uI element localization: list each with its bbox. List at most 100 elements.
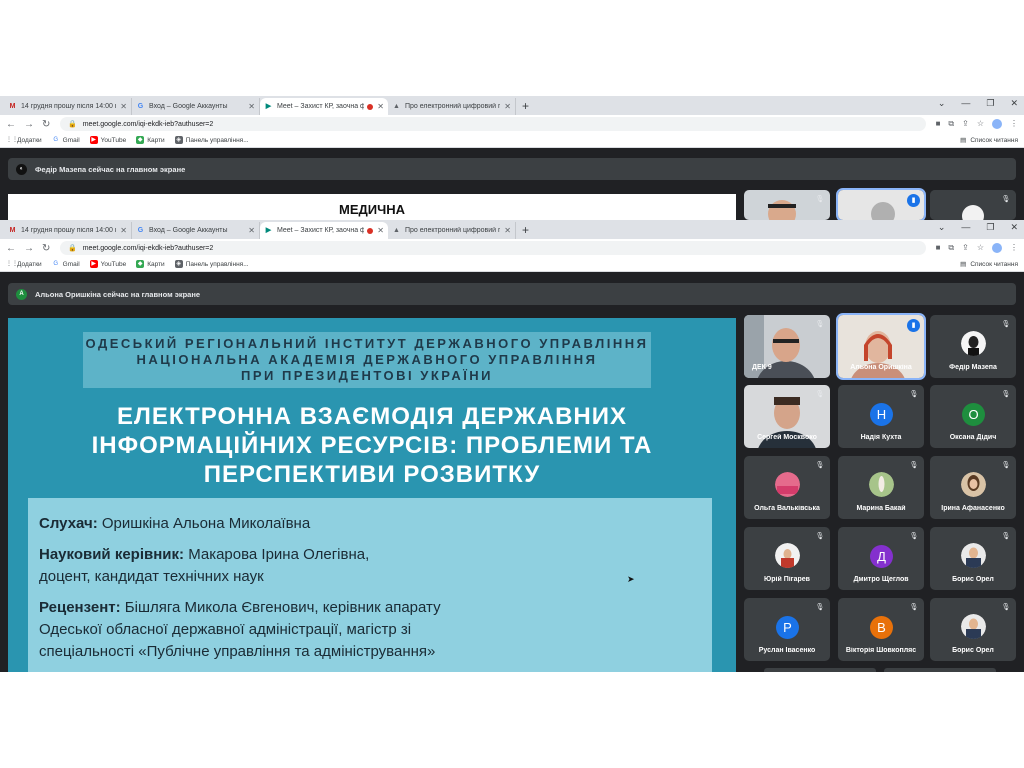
participant-tile[interactable]: ▮ Альона Оришкіна (836, 313, 926, 380)
share-icon[interactable]: ⇪ (962, 243, 969, 253)
camera-icon[interactable]: ■ (936, 119, 941, 129)
star-icon[interactable]: ☆ (977, 243, 984, 253)
star-icon[interactable]: ☆ (977, 119, 984, 129)
reload-icon[interactable]: ↻ (42, 119, 50, 130)
participant-name: Дмитро Щеглов (853, 576, 909, 583)
url-field[interactable]: 🔒 meet.google.com/iqi-ekdk-ieb?authuser=… (60, 117, 926, 131)
menu-icon[interactable]: ⋮ (1010, 243, 1018, 253)
tab-google-accounts[interactable]: G Вход – Google Аккаунты ✕ (132, 222, 260, 239)
url-field[interactable]: 🔒 meet.google.com/iqi-ekdk-ieb?authuser=… (60, 241, 926, 255)
recording-icon (367, 103, 374, 110)
close-window-icon[interactable]: ✕ (1010, 98, 1018, 109)
bookmark-apps[interactable]: ⋮⋮ Додатки (6, 136, 42, 144)
minimize-icon[interactable]: — (961, 98, 970, 109)
close-icon[interactable]: ✕ (377, 226, 384, 235)
reviewer-name: Бішляга Микола Євгенович, керівник апара… (124, 599, 441, 616)
tab-digital-signature[interactable]: ▲ Про електронний цифровий пі ✕ (388, 222, 516, 239)
tab-gmail[interactable]: M 14 грудня прошу після 14:00 пі ✕ (4, 98, 132, 115)
bookmark-youtube[interactable]: ▶ YouTube (89, 136, 126, 144)
institution-line: ОДЕСЬКИЙ РЕГІОНАЛЬНИЙ ІНСТИТУТ ДЕРЖАВНОГ… (85, 336, 649, 351)
tab-title: Про електронний цифровий пі (405, 227, 501, 234)
reading-list[interactable]: ▤ Список читання (960, 136, 1018, 145)
mic-off-icon: 🎙 (815, 391, 825, 398)
forward-icon[interactable]: → (24, 119, 34, 130)
bookmark-gmail[interactable]: G Gmail (52, 260, 79, 268)
participant-name: Юрій Пігарев (764, 576, 810, 583)
tab-google-accounts[interactable]: G Вход – Google Аккаунты ✕ (132, 98, 260, 115)
close-icon[interactable]: ✕ (248, 226, 255, 235)
mic-off-icon: 🎙 (909, 604, 919, 611)
forward-icon[interactable]: → (24, 243, 34, 254)
participant-tile[interactable]: Н 🎙 Надія Кухта (838, 385, 924, 448)
participant-tile[interactable]: 🎙 Борис Орел (930, 598, 1016, 661)
translate-icon[interactable]: ⧉ (948, 243, 954, 253)
close-icon[interactable]: ✕ (504, 102, 511, 111)
speaking-icon: ▮ (907, 319, 920, 332)
maps-icon: ◆ (136, 260, 145, 268)
participant-tile[interactable]: 🎙 Сергей Москвоко (744, 385, 830, 448)
participant-tile[interactable]: 🎙 Федір Мазепа (930, 315, 1016, 378)
page-favicon-icon: ▲ (393, 103, 400, 110)
participant-tile[interactable]: 🎙 (930, 190, 1016, 220)
new-tab-icon[interactable]: + (522, 98, 529, 115)
restore-icon[interactable]: ❐ (986, 98, 994, 109)
close-icon[interactable]: ✕ (504, 226, 511, 235)
bookmark-maps[interactable]: ◆ Карти (136, 136, 165, 144)
camera-icon[interactable]: ■ (936, 243, 941, 253)
participant-tile[interactable]: В 🎙 Вікторія Шовкопляс (838, 598, 924, 661)
presentation-slide: ОДЕСЬКИЙ РЕГІОНАЛЬНИЙ ІНСТИТУТ ДЕРЖАВНОГ… (8, 318, 736, 672)
reload-icon[interactable]: ↻ (42, 243, 50, 254)
restore-icon[interactable]: ❐ (986, 222, 994, 233)
close-window-icon[interactable]: ✕ (1010, 222, 1018, 233)
tab-title: 14 грудня прошу після 14:00 пі (21, 103, 117, 110)
tab-meet[interactable]: ▶ Meet – Захист КР, заочна ф ✕ (260, 98, 388, 115)
reading-list[interactable]: ▤ Список читання (960, 260, 1018, 269)
tab-digital-signature[interactable]: ▲ Про електронний цифровий пі ✕ (388, 98, 516, 115)
participant-tile[interactable]: 🎙 Марина Бакай (838, 456, 924, 519)
mic-off-icon: 🎙 (815, 462, 825, 469)
maps-icon: ◆ (136, 136, 145, 144)
tab-meet[interactable]: ▶ Meet – Захист КР, заочна ф ✕ (260, 222, 388, 239)
participant-name: ДЕК 9 (752, 364, 772, 371)
window-controls: ⌄ — ❐ ✕ (938, 98, 1018, 109)
profile-avatar-icon[interactable] (992, 243, 1002, 253)
profile-avatar-icon[interactable] (992, 119, 1002, 129)
translate-icon[interactable]: ⧉ (948, 119, 954, 129)
bookmark-panel[interactable]: ◈ Панель управління... (174, 136, 249, 144)
chevron-down-icon[interactable]: ⌄ (938, 98, 946, 109)
participant-tile[interactable]: 🎙 Юрій Пігарев (744, 527, 830, 590)
bookmark-gmail[interactable]: G Gmail (52, 136, 79, 144)
chevron-down-icon[interactable]: ⌄ (938, 222, 946, 233)
minimize-icon[interactable]: — (961, 222, 970, 233)
menu-icon[interactable]: ⋮ (1010, 119, 1018, 129)
bookmark-maps[interactable]: ◆ Карти (136, 260, 165, 268)
mouse-cursor-icon: ➤ (627, 574, 635, 584)
bookmark-panel[interactable]: ◈ Панель управління... (174, 260, 249, 268)
close-icon[interactable]: ✕ (120, 102, 127, 111)
participant-tile[interactable]: 🎙 (744, 190, 830, 220)
participant-tile[interactable]: Д 🎙 Дмитро Щеглов (838, 527, 924, 590)
back-icon[interactable]: ← (6, 119, 16, 130)
participant-tile[interactable]: 🎙 ДЕК 9 (744, 315, 830, 378)
participant-tile[interactable]: ▮ (836, 188, 926, 222)
bookmark-youtube[interactable]: ▶ YouTube (89, 260, 126, 268)
share-icon[interactable]: ⇪ (962, 119, 969, 129)
tab-strip: M 14 грудня прошу після 14:00 пі ✕ G Вхо… (0, 220, 1024, 239)
new-tab-icon[interactable]: + (522, 222, 529, 239)
participant-tile[interactable]: 🎙 Ірина Афанасенко (930, 456, 1016, 519)
bookmark-apps[interactable]: ⋮⋮ Додатки (6, 260, 42, 268)
participant-tile[interactable]: 🎙 Ольга Вальківська (744, 456, 830, 519)
tab-gmail[interactable]: M 14 грудня прошу після 14:00 пі ✕ (4, 222, 132, 239)
participant-tile[interactable]: О 🎙 Оксана Дідич (930, 385, 1016, 448)
close-icon[interactable]: ✕ (120, 226, 127, 235)
avatar-photo (775, 472, 800, 497)
avatar-photo (869, 472, 894, 497)
back-icon[interactable]: ← (6, 243, 16, 254)
reviewer-line: Одеської обласної державної адміністраці… (39, 621, 412, 638)
supervisor-label: Науковий керівник: (39, 546, 185, 563)
institution-line: НАЦІОНАЛЬНА АКАДЕМІЯ ДЕРЖАВНОГО УПРАВЛІН… (136, 352, 598, 367)
close-icon[interactable]: ✕ (248, 102, 255, 111)
participant-tile[interactable]: Р 🎙 Руслан Івасенко (744, 598, 830, 661)
close-icon[interactable]: ✕ (377, 102, 384, 111)
participant-tile[interactable]: 🎙 Борис Орел (930, 527, 1016, 590)
